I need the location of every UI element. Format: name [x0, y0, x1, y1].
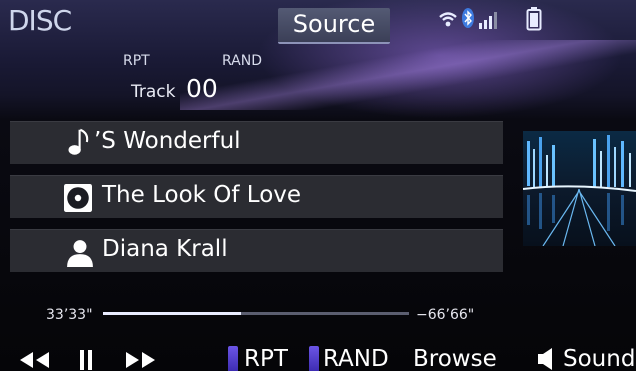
song-title: ’S Wonderful [94, 128, 241, 154]
song-row: ’S Wonderful [10, 121, 503, 164]
album-row: The Look Of Love [10, 175, 503, 218]
screen-title: DISC [8, 4, 72, 37]
track-label: Track [131, 82, 176, 102]
fast-forward-icon[interactable] [123, 340, 159, 371]
rpt-indicator-label: RPT [123, 53, 150, 69]
bluetooth-icon [462, 8, 474, 28]
track-number: 00 [186, 74, 218, 103]
rand-active-indicator [309, 346, 319, 371]
progress-bar[interactable] [103, 312, 409, 315]
artist-name: Diana Krall [102, 236, 228, 262]
artist-row: Diana Krall [10, 229, 503, 272]
source-button[interactable]: Source [278, 8, 390, 44]
speaker-icon [538, 348, 552, 370]
disc-icon [64, 184, 92, 212]
sound-button[interactable]: Sound [563, 346, 635, 371]
progress-bar-fill [103, 312, 241, 315]
album-title: The Look Of Love [102, 182, 302, 208]
pause-icon[interactable] [74, 340, 98, 371]
rewind-icon[interactable] [16, 340, 52, 371]
signal-strength-icon [479, 12, 497, 29]
battery-icon [526, 7, 542, 31]
wifi-icon [439, 12, 457, 27]
browse-button[interactable]: Browse [413, 346, 497, 371]
music-note-icon [68, 128, 89, 155]
rpt-button[interactable]: RPT [244, 346, 288, 371]
header-light-sweep [180, 40, 636, 110]
artist-icon [67, 240, 93, 267]
remaining-time: −66’66" [416, 307, 475, 323]
elapsed-time: 33’33" [46, 307, 93, 323]
album-art [523, 131, 636, 246]
rpt-active-indicator [228, 346, 238, 371]
rand-indicator-label: RAND [222, 53, 262, 69]
rand-button[interactable]: RAND [323, 346, 389, 371]
disc-screen: DISC Source RPT RAND Track 00 ’S Wonderf… [0, 0, 636, 371]
